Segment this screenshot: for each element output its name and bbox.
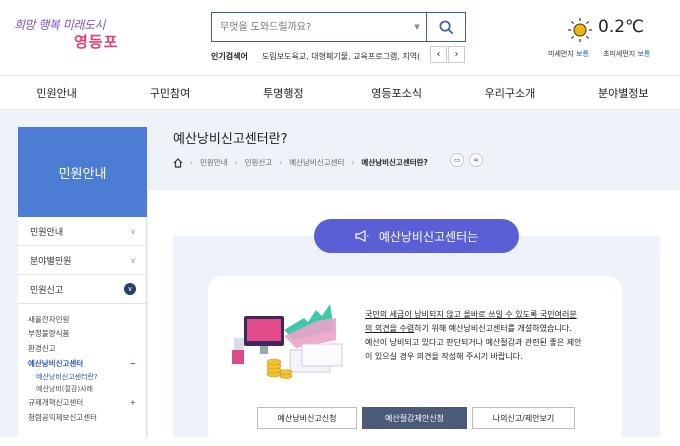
report-waste-button[interactable]: 예산낭비신고신청 xyxy=(257,407,357,429)
breadcrumb-separator: › xyxy=(279,158,283,167)
sub-item-label: 부정불량식품 xyxy=(28,329,70,339)
logo-city[interactable]: 영등포 xyxy=(74,31,118,52)
budget-illustration xyxy=(232,304,343,379)
sub-item-label: 규제개혁신고센터 xyxy=(28,398,84,408)
breadcrumb-item[interactable]: 민원안내 xyxy=(200,157,228,168)
gnb-item-news[interactable]: 영등포소식 xyxy=(340,77,453,109)
fine-dust: 미세먼지 보통 xyxy=(548,49,589,59)
breadcrumb-separator: › xyxy=(351,158,355,167)
chevron-down-icon: ∨ xyxy=(124,283,136,295)
popular-search-label: 인기검색어 xyxy=(211,52,248,61)
sub-item-label: 청렴공익제보신고센터 xyxy=(28,412,97,422)
gnb-item-about[interactable]: 우리구소개 xyxy=(453,77,566,109)
minus-icon: − xyxy=(129,358,136,368)
desc-line-4: 이 있으실 경우 의견을 작성해 주시기 바랍니다. xyxy=(365,352,523,361)
home-icon[interactable] xyxy=(173,157,183,168)
breadcrumb-separator: › xyxy=(190,158,193,167)
desc-line-3: 예산이 낭비되고 있다고 판단되거나 예산절감과 관련된 좋은 제안 xyxy=(365,338,582,347)
my-reports-button[interactable]: 나의신고/제안보기 xyxy=(472,407,575,429)
search-box: ▼ xyxy=(211,12,466,42)
fine-dust-label: 미세먼지 xyxy=(548,50,574,58)
sub-item-food[interactable]: 부정불량식품 xyxy=(28,327,146,342)
subsub-item-label: 예산낭비(절감)사례 xyxy=(36,385,93,394)
global-nav: 민원안내 구민참여 투명행정 영등포소식 우리구소개 분야별정보 xyxy=(0,77,680,110)
search-button[interactable] xyxy=(426,13,465,41)
side-nav: 민원안내 ∨ 분야별민원 ∨ 민원신고 ∨ 새올전자민원 부정불량식품 환경신고 예산… xyxy=(18,217,147,437)
section-banner: 예산낭비신고센터는 xyxy=(314,219,519,253)
subsub-item-about[interactable]: 예산낭비신고센터란? xyxy=(28,370,146,383)
lnb-item-label: 민원안내 xyxy=(30,227,64,238)
description: 국민의 세금이 낭비되지 않고 올바로 쓰일 수 있도록 국민여러분 의 의견을… xyxy=(365,308,607,364)
chevron-down-icon[interactable]: ▼ xyxy=(408,13,426,41)
lnb-item-civil[interactable]: 민원안내 ∨ xyxy=(18,217,146,246)
lnb-item-report[interactable]: 민원신고 ∨ xyxy=(18,275,146,304)
prev-arrow-icon[interactable]: ‹ xyxy=(430,46,447,63)
lnb-sublist: 새올전자민원 부정불량식품 환경신고 예산낭비신고센터 − 예산낭비신고센터란? … xyxy=(18,304,146,425)
subsub-item-label: 예산낭비신고센터란? xyxy=(36,372,98,381)
sub-item-regulation[interactable]: 규제개혁신고센터 + xyxy=(28,395,146,410)
sub-item-label: 예산낭비신고센터 xyxy=(28,358,84,368)
site-header: 희망 행복 미래도시 영등포 ▼ 인기검색어 도림보도육교, 대형폐기물, 교육… xyxy=(0,0,680,76)
lnb-title: 민원안내 xyxy=(18,127,147,217)
lnb-item-fields[interactable]: 분야별민원 ∨ xyxy=(18,246,146,275)
weather-temperature: 0.2℃ xyxy=(598,17,645,37)
breadcrumb-current: 예산낭비신고센터란? xyxy=(361,158,428,167)
banner-text: 예산낭비신고센터는 xyxy=(378,229,479,244)
fine-dust-value: 보통 xyxy=(576,50,589,58)
page-title: 예산낭비신고센터란? xyxy=(173,132,288,147)
sub-item-budget[interactable]: 예산낭비신고센터 − xyxy=(28,356,146,371)
chevron-down-icon: ∨ xyxy=(130,226,136,236)
megaphone-icon xyxy=(355,230,369,242)
ultra-fine-dust: 초미세먼지 보통 xyxy=(603,49,650,59)
desc-line-2-ul: 의 의견을 수렴 xyxy=(365,324,415,333)
sub-item-label: 환경신고 xyxy=(28,343,56,353)
sub-item-integrity[interactable]: 청렴공익제보신고센터 xyxy=(28,410,146,425)
gnb-item-civil[interactable]: 민원안내 xyxy=(0,77,113,109)
breadcrumb-item[interactable]: 민원신고 xyxy=(245,157,273,168)
share-icon[interactable]: ⋖ xyxy=(469,153,483,167)
popular-search-terms[interactable]: 도림보도육교, 대형폐기물, 교육프로그램, 지역( xyxy=(262,51,427,62)
breadcrumb-item[interactable]: 예산낭비신고센터 xyxy=(289,157,344,168)
desc-line-2: 의 의견을 수렴하기 위해 예산낭비신고센터를 개설하였습니다. xyxy=(365,322,607,336)
gnb-item-participation[interactable]: 구민참여 xyxy=(113,77,226,109)
desc-line-1-text: 국민의 세금이 낭비되지 않고 올바로 쓰일 수 있도록 국민여러분 xyxy=(365,310,577,319)
subsub-item-cases[interactable]: 예산낭비(절감)사례 xyxy=(28,383,146,396)
lnb-item-label: 민원신고 xyxy=(30,285,64,296)
plus-icon: + xyxy=(129,398,136,408)
desc-line-1: 국민의 세금이 낭비되지 않고 올바로 쓰일 수 있도록 국민여러분 xyxy=(365,308,607,322)
desc-line-2-rest: 하기 위해 예산낭비신고센터를 개설하였습니다. xyxy=(414,324,572,333)
search-icon xyxy=(439,20,453,34)
sub-item-label: 새올전자민원 xyxy=(28,314,70,324)
breadcrumb: › 민원안내 › 민원신고 › 예산낭비신고센터 › 예산낭비신고센터란? xyxy=(173,157,428,168)
sub-item-env[interactable]: 환경신고 xyxy=(28,341,146,356)
ultra-dust-label: 초미세먼지 xyxy=(603,50,636,58)
print-icon[interactable]: ▭ xyxy=(450,153,464,167)
gnb-item-fields[interactable]: 분야별정보 xyxy=(567,77,680,109)
next-arrow-icon[interactable]: › xyxy=(448,46,465,63)
lnb-item-label: 분야별민원 xyxy=(30,256,72,267)
ultra-dust-value: 보통 xyxy=(637,50,651,58)
chevron-down-icon: ∨ xyxy=(130,255,136,265)
saving-proposal-button[interactable]: 예산절감제안신청 xyxy=(362,407,467,429)
search-input[interactable] xyxy=(212,13,408,41)
sub-item-eminwon[interactable]: 새올전자민원 xyxy=(28,312,146,327)
sun-icon xyxy=(568,18,592,42)
gnb-item-transparency[interactable]: 투명행정 xyxy=(227,77,340,109)
breadcrumb-separator: › xyxy=(234,158,238,167)
